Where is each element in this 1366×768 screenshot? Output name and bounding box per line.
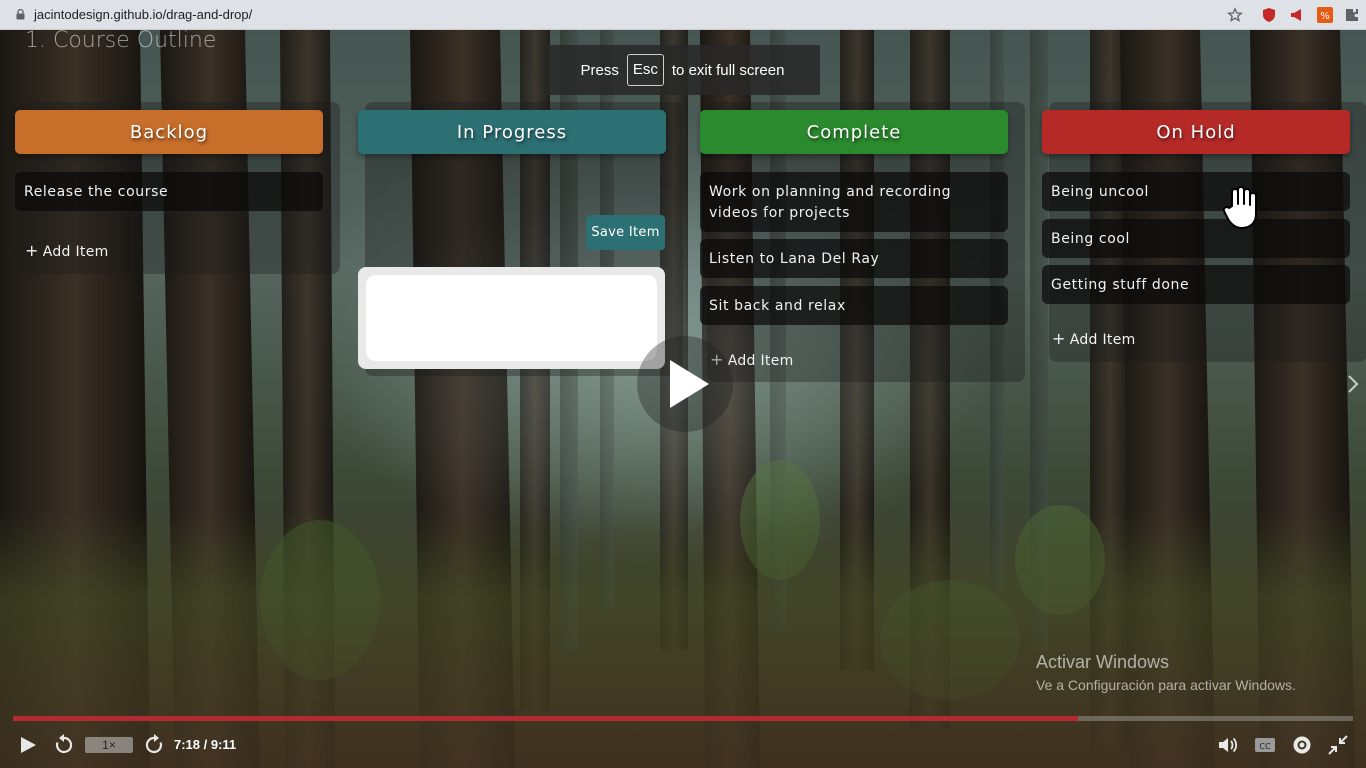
star-icon[interactable] [1227,7,1243,23]
windows-activation-watermark: Activar Windows Ve a Configuración para … [1036,652,1296,693]
play-icon [670,360,709,408]
replay-icon[interactable] [53,733,75,757]
svg-text:CC: CC [1259,742,1271,751]
watermark-line1: Activar Windows [1036,652,1170,672]
list-item[interactable]: Work on planning and recording videos fo… [700,172,1008,232]
column-header-in-progress: In Progress [358,110,666,154]
column-header-on-hold: On Hold [1042,110,1350,154]
add-item-button[interactable]: + Add Item [25,241,109,260]
hand-cursor-icon [1222,186,1257,229]
plus-icon: + [1052,329,1066,348]
esc-key: Esc [626,54,664,86]
exit-fullscreen-icon[interactable] [1326,733,1350,757]
time-display: 7:18 / 9:11 [174,737,237,752]
save-item-button[interactable]: Save Item [586,215,665,250]
column-backlog: Backlog Release the course + Add Item [15,102,340,274]
add-item-label: Add Item [1069,332,1136,348]
column-header-complete: Complete [700,110,1008,154]
shield-extension-icon[interactable] [1261,7,1277,23]
fullscreen-toast: Press Esc to exit full screen [545,45,820,95]
list-item[interactable]: Getting stuff done [1042,265,1350,304]
list-item[interactable]: Release the course [15,172,323,211]
column-on-hold: On Hold Being uncool Being cool Getting … [1042,102,1366,362]
percent-extension-icon[interactable]: % [1317,7,1333,23]
list-item[interactable]: Sit back and relax [700,286,1008,325]
toast-suffix: to exit full screen [671,61,785,79]
progress-bar[interactable] [13,716,1353,721]
svg-text:%: % [1320,11,1330,22]
captions-icon[interactable]: CC [1253,733,1277,757]
plus-icon: + [25,241,39,260]
watermark-line2: Ve a Configuración para activar Windows. [1036,677,1296,693]
toast-prefix: Press [580,61,619,79]
add-item-textbox[interactable] [358,267,665,369]
lock-icon [16,9,25,20]
extension-icon[interactable] [1344,7,1360,23]
list-item[interactable]: Being uncool [1042,172,1350,211]
column-complete: Complete Work on planning and recording … [700,102,1025,382]
add-item-input[interactable] [366,275,657,361]
play-icon[interactable] [17,733,39,757]
volume-icon[interactable] [1216,733,1240,757]
url-text[interactable]: jacintodesign.github.io/drag-and-drop/ [34,7,252,22]
column-header-backlog: Backlog [15,110,323,154]
settings-icon[interactable] [1290,733,1314,757]
megaphone-extension-icon[interactable] [1289,7,1305,23]
big-play-button[interactable] [637,336,733,432]
add-item-label: Add Item [727,353,794,369]
forest-floor [0,508,1366,768]
list-item[interactable]: Being cool [1042,219,1350,258]
video-title: 1. Course Outline [25,28,217,53]
next-arrow-icon[interactable] [1347,374,1359,394]
browser-address-bar: jacintodesign.github.io/drag-and-drop/ % [0,0,1366,30]
add-item-label: Add Item [42,244,109,260]
list-item[interactable]: Listen to Lana Del Ray [700,239,1008,278]
playback-speed-button[interactable]: 1× [85,737,133,753]
forward-icon[interactable] [143,733,165,757]
add-item-button[interactable]: + Add Item [1052,329,1136,348]
progress-fill [13,716,1079,721]
